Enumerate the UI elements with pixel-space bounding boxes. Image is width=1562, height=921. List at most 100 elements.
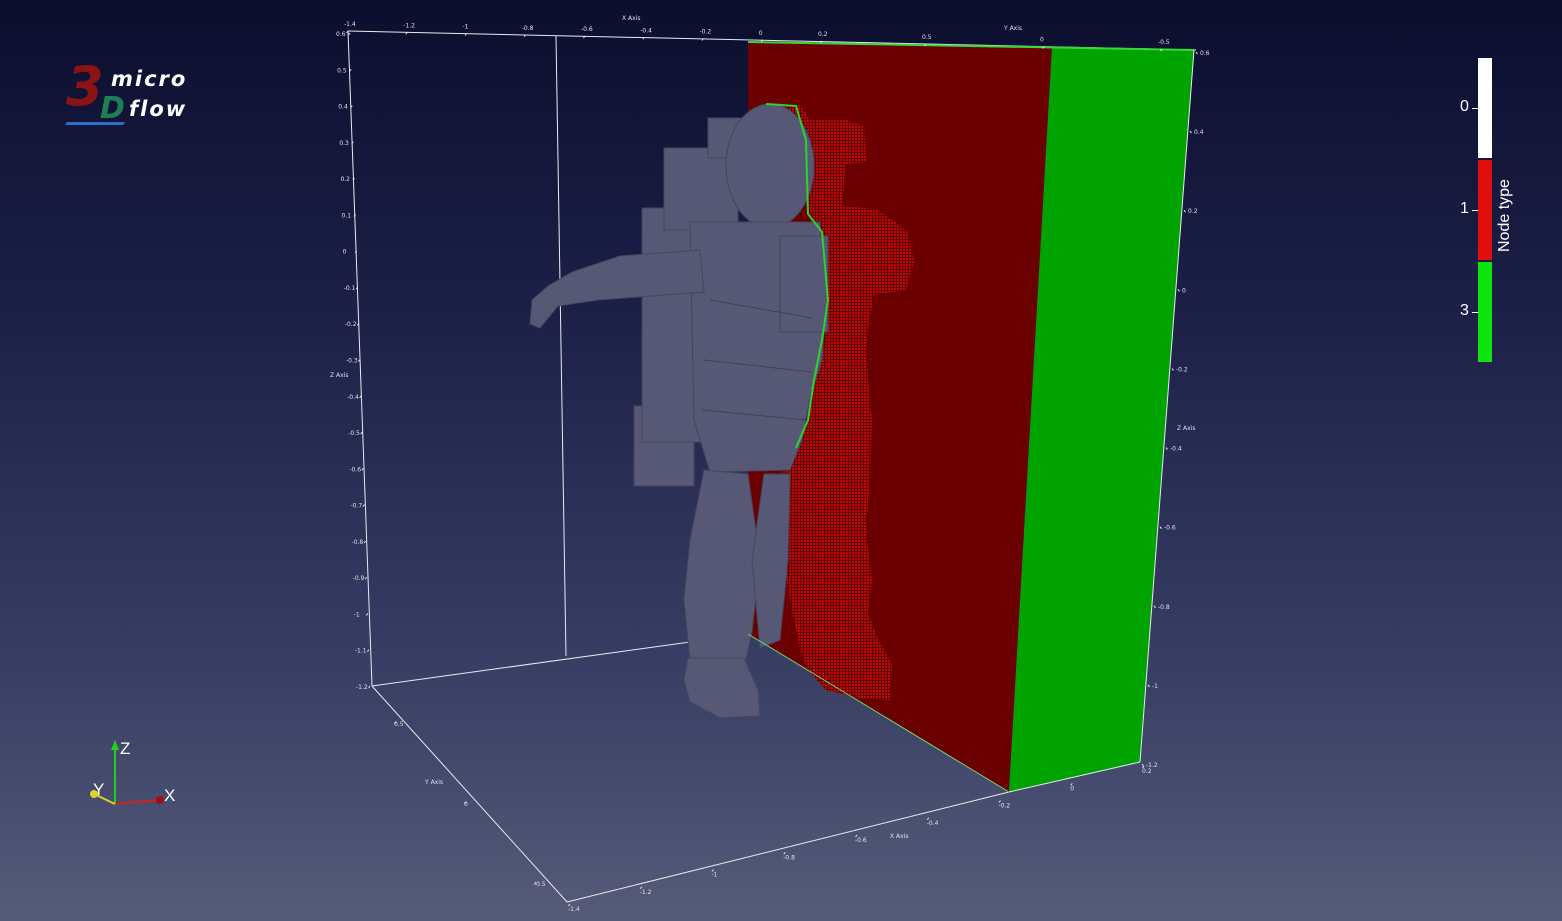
orientation-x-label: X: [164, 786, 176, 805]
legend-tickmark: [1472, 210, 1478, 211]
3dmicroflow-logo: 3 D micro flow: [64, 60, 214, 130]
legend-tickmark: [1472, 108, 1478, 109]
logo-letter: D: [100, 91, 125, 126]
top-x-axis-label: 0.2: [818, 31, 828, 38]
top-x-axis-label: -1: [463, 24, 469, 31]
top-x-axis-label: -0.4: [640, 27, 652, 34]
right-z-axis-label: -0.6: [1164, 525, 1176, 532]
logo-word-micro: micro: [111, 67, 188, 91]
x-axis-arrow: [114, 799, 161, 805]
right-z-axis-title: Z Axis: [1177, 425, 1195, 432]
right-z-axis-tick: [1171, 368, 1174, 371]
x-axis-tip: [156, 796, 164, 804]
right-z-axis-tick: [1177, 289, 1180, 292]
legend-tickmark: [1472, 312, 1478, 313]
legend-title: Node type: [1496, 179, 1513, 252]
right-z-axis-tick: [1153, 605, 1156, 609]
left-z-axis-label: -0.2: [345, 321, 357, 328]
orientation-axes-lines: [90, 740, 164, 805]
top-y-axis-label: 0: [1040, 37, 1044, 44]
left-z-axis-label: -0.3: [346, 358, 358, 365]
z-arrow-head: [111, 740, 119, 750]
render-viewport[interactable]: -1.4 -1.2 -1 -0.8 -0.6 -0.4 -0.2 0 0.2 0.5 0 -0.5 0.…: [0, 0, 1562, 921]
left-z-axis-label: 0.6: [336, 31, 346, 38]
left-z-axis-tick: [364, 576, 368, 580]
bottom-y-axis-label: -0.5: [534, 881, 546, 888]
legend-swatch-0: [1478, 58, 1492, 158]
left-z-axis-label: 0: [343, 249, 347, 256]
bottom-x-axis-label: -0.4: [927, 820, 939, 827]
bottom-x-axis-label: -1: [712, 872, 718, 879]
left-z-axis-label: -1: [354, 611, 360, 618]
legend-label-3: 3: [1460, 302, 1469, 319]
bottom-x-axis-label: 0.2: [1142, 768, 1152, 775]
legend-swatch-3: [1478, 262, 1492, 362]
orientation-y-label: Y: [93, 780, 105, 799]
legend-label-1: 1: [1460, 200, 1469, 217]
bottom-x-axis-label: -0.2: [999, 803, 1011, 810]
color-legend[interactable]: 0 1 3 Node type: [1450, 56, 1540, 366]
left-z-axis-label: 0.1: [342, 212, 352, 219]
right-z-axis-label: 0.2: [1188, 208, 1198, 215]
bottom-y-axis-label: 0: [464, 801, 468, 808]
bottom-x-axis-label: 0: [1070, 785, 1074, 792]
top-x-axis-label: -0.6: [581, 26, 593, 33]
left-z-axis-tick: [359, 395, 362, 399]
right-z-axis-tick: [1159, 526, 1162, 529]
right-z-axis-tick: [1147, 684, 1150, 688]
left-z-axis-label: -0.8: [352, 539, 364, 546]
left-z-axis-tick: [361, 468, 364, 471]
left-z-axis-tick: [363, 540, 366, 544]
left-z-axis-label: -0.4: [347, 394, 359, 401]
left-z-axis-tick: [368, 685, 371, 689]
left-z-axis-label: 0.4: [338, 104, 348, 111]
right-z-axis-label: 0.4: [1194, 129, 1204, 136]
right-z-axis-tick: [1189, 130, 1192, 134]
bottom-x-axis-label: -1.4: [568, 906, 580, 913]
logo-digit: 3: [66, 55, 104, 118]
left-z-axis-tick: [348, 32, 351, 36]
top-x-axis-label: -0.2: [700, 29, 712, 36]
left-z-axis-label: -1.2: [356, 684, 368, 691]
top-x-axis-label: -0.8: [522, 25, 534, 32]
left-z-axis-label: 0.2: [340, 176, 350, 183]
right-z-axis-tick: [1165, 447, 1168, 450]
left-z-axis-label: -1.1: [355, 648, 367, 655]
left-z-axis-label: -0.6: [349, 466, 361, 473]
legend-swatch-1: [1478, 160, 1492, 260]
legend-label-0: 0: [1460, 98, 1469, 115]
top-x-axis-label: 0: [759, 30, 763, 37]
top-x-axis-label: -1.4: [344, 21, 356, 28]
right-z-axis-label: -1: [1152, 683, 1158, 690]
right-z-axis-tick: [1195, 51, 1198, 55]
left-z-axis-title: Z Axis: [330, 372, 348, 379]
right-z-axis-label: -0.2: [1176, 366, 1188, 373]
top-x-axis-label: -1.2: [403, 22, 415, 29]
left-z-axis-tick: [360, 431, 363, 435]
left-z-axis-label: -0.1: [344, 285, 356, 292]
bottom-x-axis-label: -0.8: [783, 854, 795, 861]
right-z-axis-tick: [1183, 209, 1186, 213]
top-y-axis-label: 0.5: [922, 34, 932, 41]
right-z-axis-label: -0.4: [1170, 446, 1182, 453]
left-z-axis-label: 0.5: [337, 67, 347, 74]
bottom-y-axis-label: 0.5: [394, 721, 404, 728]
top-x-axis-title: X Axis: [622, 15, 640, 22]
orientation-axes-widget: Z X Y: [78, 734, 188, 824]
right-z-axis-label: -0.8: [1158, 604, 1170, 611]
top-y-axis-title: Y Axis: [1003, 25, 1022, 32]
right-z-axis-label: 0: [1182, 287, 1186, 294]
right-z-axis-label: 0.6: [1200, 50, 1210, 57]
right-z-axis-tick: [1141, 763, 1144, 767]
left-z-axis-tick: [366, 649, 370, 653]
bottom-x-axis-label: -0.6: [855, 837, 867, 844]
left-z-axis-label: -0.9: [353, 575, 365, 582]
bottom-x-axis-label: -1.2: [640, 889, 652, 896]
left-z-axis-label: -0.7: [350, 503, 362, 510]
bottom-y-axis-title: Y Axis: [424, 779, 443, 786]
left-z-axis-tick: [362, 504, 365, 507]
left-z-axis-tick: [365, 613, 369, 616]
left-z-axis-label: -0.5: [348, 430, 360, 437]
orientation-z-label: Z: [120, 739, 131, 758]
logo-underline: [65, 122, 125, 125]
